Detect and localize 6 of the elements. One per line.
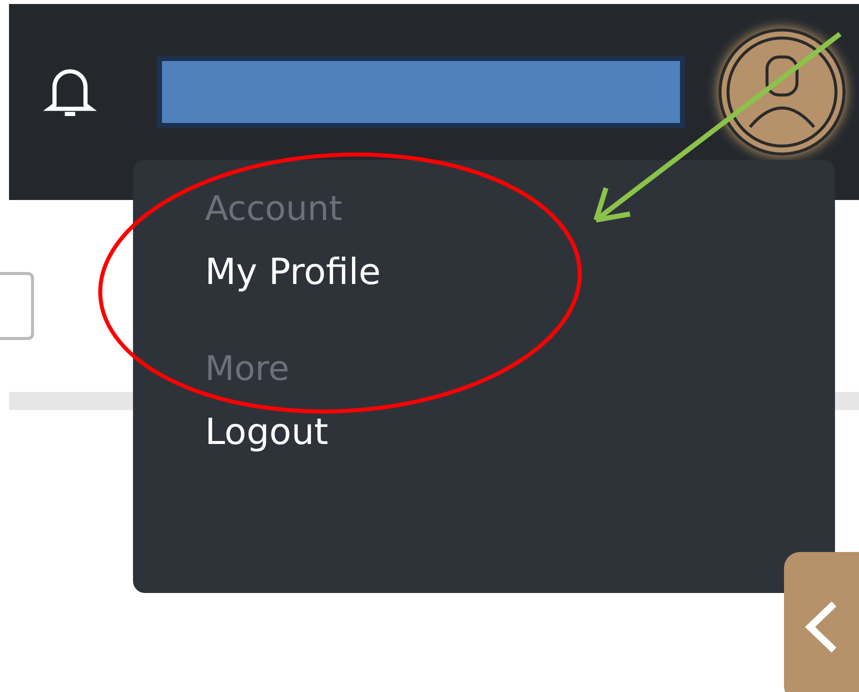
chevron-left-icon <box>804 600 838 654</box>
side-tab[interactable] <box>784 552 859 692</box>
search-bar[interactable] <box>157 56 685 128</box>
avatar-icon[interactable] <box>717 27 847 157</box>
menu-section-heading: Account <box>205 188 344 231</box>
menu-section-heading: More <box>205 348 290 391</box>
